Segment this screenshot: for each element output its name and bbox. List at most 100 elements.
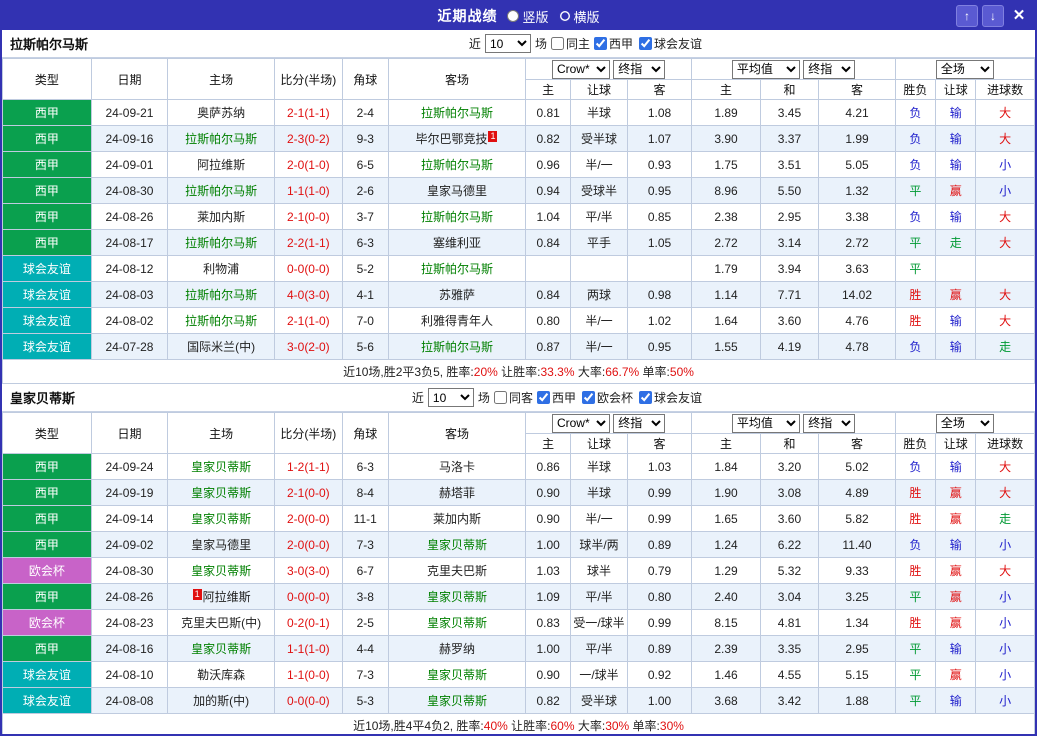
away-team-link[interactable]: 利雅得青年人 — [421, 314, 493, 328]
away-team-link[interactable]: 皇家贝蒂斯 — [427, 590, 487, 604]
odds-handicap-cell: 半/一 — [571, 152, 627, 178]
scope-select[interactable]: 全场 — [936, 414, 994, 433]
scope-select[interactable]: 全场 — [936, 60, 994, 79]
avg-draw-cell: 4.19 — [760, 334, 818, 360]
horizontal-radio-input[interactable] — [559, 10, 571, 22]
away-team-link[interactable]: 皇家贝蒂斯 — [427, 694, 487, 708]
away-team-link[interactable]: 皇家马德里 — [427, 184, 487, 198]
home-team-link[interactable]: 利物浦 — [203, 262, 239, 276]
league-checkbox-input[interactable] — [639, 37, 652, 50]
results-tbody: 西甲24-09-24皇家贝蒂斯1-2(1-1)6-3马洛卡0.86半球1.031… — [3, 454, 1035, 714]
home-team-link[interactable]: 拉斯帕尔马斯 — [185, 132, 257, 146]
away-team-link[interactable]: 皇家贝蒂斯 — [427, 616, 487, 630]
away-team-link[interactable]: 赫塔菲 — [439, 486, 475, 500]
away-team-link[interactable]: 皇家贝蒂斯 — [427, 668, 487, 682]
odds-home-cell: 1.04 — [525, 204, 570, 230]
odds-stage-select[interactable]: 终指 — [613, 60, 665, 79]
section-real-betis: 皇家贝蒂斯 近 10 场 同客 西甲欧会杯球会友谊 类型 — [2, 384, 1035, 736]
away-team-link[interactable]: 塞维利亚 — [433, 236, 481, 250]
col-header-avg-away: 客 — [819, 80, 896, 100]
league-filter-checkbox[interactable]: 欧会杯 — [582, 389, 633, 406]
home-team-link[interactable]: 莱加内斯 — [197, 210, 245, 224]
home-team-link[interactable]: 拉斯帕尔马斯 — [185, 288, 257, 302]
league-filter-checkbox[interactable]: 球会友谊 — [639, 389, 702, 406]
away-team-link[interactable]: 马洛卡 — [439, 460, 475, 474]
vertical-layout-radio[interactable]: 竖版 — [507, 7, 548, 26]
window-title: 近期战绩 — [437, 6, 497, 26]
away-team-cell: 克里夫巴斯 — [388, 558, 525, 584]
avg-stage-select[interactable]: 终指 — [803, 60, 855, 79]
league-label: 欧会杯 — [597, 389, 633, 406]
league-filter-checkbox[interactable]: 西甲 — [537, 389, 576, 406]
away-team-link[interactable]: 拉斯帕尔马斯 — [421, 210, 493, 224]
same-venue-checkbox-input[interactable] — [551, 37, 564, 50]
match-count-select[interactable]: 10 — [485, 34, 531, 53]
league-filter-checkbox[interactable]: 球会友谊 — [639, 35, 702, 52]
avg-source-select[interactable]: 平均值 — [732, 414, 800, 433]
recent-results-window: 近期战绩 竖版 横版 ↑ ↓ ✕ 拉斯帕尔马斯 近 10 场 — [0, 0, 1037, 736]
away-team-link[interactable]: 拉斯帕尔马斯 — [421, 262, 493, 276]
home-team-link[interactable]: 皇家贝蒂斯 — [191, 460, 251, 474]
league-checkbox-input[interactable] — [639, 391, 652, 404]
avg-home-cell: 1.75 — [692, 152, 761, 178]
odds-handicap-cell: 两球 — [571, 282, 627, 308]
near-label: 近 — [469, 35, 481, 52]
home-team-link[interactable]: 奥萨苏纳 — [197, 106, 245, 120]
home-team-cell: 莱加内斯 — [168, 204, 275, 230]
home-team-link[interactable]: 皇家贝蒂斯 — [191, 486, 251, 500]
home-team-link[interactable]: 拉斯帕尔马斯 — [185, 184, 257, 198]
bookmaker-select[interactable]: Crow* — [552, 414, 610, 433]
away-team-link[interactable]: 克里夫巴斯 — [427, 564, 487, 578]
odds-stage-select[interactable]: 终指 — [613, 414, 665, 433]
same-venue-checkbox[interactable]: 同主 — [551, 35, 590, 52]
score-cell: 1-1(1-0) — [275, 636, 343, 662]
home-team-link[interactable]: 皇家贝蒂斯 — [191, 564, 251, 578]
home-team-link[interactable]: 阿拉维斯 — [197, 158, 245, 172]
away-team-link[interactable]: 赫罗纳 — [439, 642, 475, 656]
away-team-link[interactable]: 拉斯帕尔马斯 — [421, 106, 493, 120]
away-team-link[interactable]: 苏雅萨 — [439, 288, 475, 302]
corner-cell: 11-1 — [342, 506, 388, 532]
league-checkbox-input[interactable] — [537, 391, 550, 404]
vertical-radio-input[interactable] — [507, 10, 519, 22]
away-team-link[interactable]: 拉斯帕尔马斯 — [421, 340, 493, 354]
scroll-up-button[interactable]: ↑ — [956, 5, 978, 27]
match-count-select[interactable]: 10 — [428, 388, 474, 407]
same-venue-checkbox[interactable]: 同客 — [494, 389, 533, 406]
odds-away-cell: 0.95 — [627, 334, 692, 360]
avg-away-cell: 14.02 — [819, 282, 896, 308]
league-filter-checkbox[interactable]: 西甲 — [594, 35, 633, 52]
league-checkbox-input[interactable] — [582, 391, 595, 404]
bookmaker-select[interactable]: Crow* — [552, 60, 610, 79]
vertical-layout-label: 竖版 — [522, 7, 548, 26]
away-team-link[interactable]: 拉斯帕尔马斯 — [421, 158, 493, 172]
odds-handicap-cell — [571, 256, 627, 282]
scroll-down-button[interactable]: ↓ — [982, 5, 1004, 27]
away-team-link[interactable]: 莱加内斯 — [433, 512, 481, 526]
home-team-link[interactable]: 拉斯帕尔马斯 — [185, 314, 257, 328]
avg-source-select[interactable]: 平均值 — [732, 60, 800, 79]
home-team-link[interactable]: 皇家贝蒂斯 — [191, 642, 251, 656]
home-team-cell: 利物浦 — [168, 256, 275, 282]
match-row: 西甲24-08-16皇家贝蒂斯1-1(1-0)4-4赫罗纳1.00平/半0.89… — [3, 636, 1035, 662]
same-venue-checkbox-input[interactable] — [494, 391, 507, 404]
home-team-link[interactable]: 阿拉维斯 — [203, 590, 251, 604]
away-team-link[interactable]: 皇家贝蒂斯 — [427, 538, 487, 552]
horizontal-layout-radio[interactable]: 横版 — [559, 7, 600, 26]
home-team-link[interactable]: 勒沃库森 — [197, 668, 245, 682]
match-row: 欧会杯24-08-23克里夫巴斯(中)0-2(0-1)2-5皇家贝蒂斯0.83受… — [3, 610, 1035, 636]
home-team-link[interactable]: 加的斯(中) — [193, 694, 249, 708]
home-team-link[interactable]: 皇家贝蒂斯 — [191, 512, 251, 526]
avg-stage-select[interactable]: 终指 — [803, 414, 855, 433]
odds-away-cell: 0.93 — [627, 152, 692, 178]
home-team-link[interactable]: 国际米兰(中) — [187, 340, 255, 354]
home-team-link[interactable]: 克里夫巴斯(中) — [181, 616, 261, 630]
avg-home-cell: 3.68 — [692, 688, 761, 714]
close-button[interactable]: ✕ — [1008, 5, 1030, 27]
league-checkbox-input[interactable] — [594, 37, 607, 50]
home-team-link[interactable]: 拉斯帕尔马斯 — [185, 236, 257, 250]
corner-cell: 4-1 — [342, 282, 388, 308]
col-header-result-handicap: 让球 — [936, 434, 976, 454]
away-team-link[interactable]: 毕尔巴鄂竞技 — [415, 132, 487, 146]
home-team-link[interactable]: 皇家马德里 — [191, 538, 251, 552]
